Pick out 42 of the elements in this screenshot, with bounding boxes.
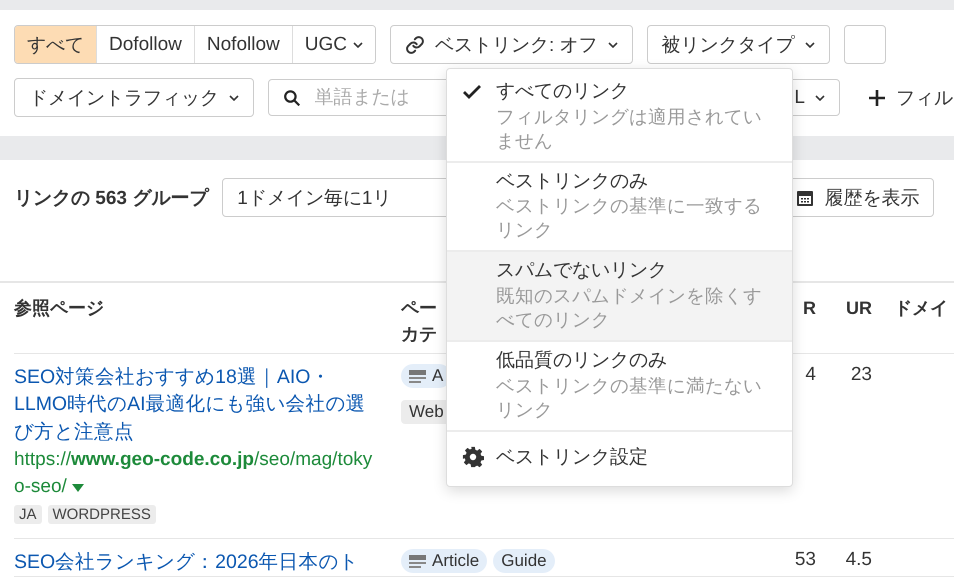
menu-item[interactable]: すべてのリンク フィルタリングは適用されていません <box>447 73 792 163</box>
menu-item[interactable]: ベストリンクのみ ベストリンクの基準に一致するリンク <box>447 162 792 252</box>
column-header: UR <box>846 297 872 320</box>
filter-tab[interactable]: UGC <box>292 26 375 63</box>
category-chip: Article <box>401 549 488 573</box>
tag: WORDPRESS <box>48 504 156 524</box>
ur-value: 4.5 <box>846 549 872 570</box>
article-icon <box>409 554 426 568</box>
filter-tab[interactable]: すべて <box>15 26 96 63</box>
link-groups-count: リンクの 563 グループ <box>14 186 208 210</box>
caret-icon <box>804 42 815 48</box>
column-header: カテ <box>401 323 437 346</box>
page-title-link[interactable]: SEO対策会社おすすめ18選｜AIO・LLMO時代のAI最適化にも強い会社の選び方と注意点 <box>14 364 366 446</box>
plus-icon <box>868 88 886 106</box>
page-title-link[interactable]: SEO会社ランキング：2026年日本のト <box>14 549 366 576</box>
column-header: 参照ページ <box>14 297 104 320</box>
filter-dropdown[interactable] <box>844 25 886 64</box>
settings-icon <box>462 446 484 468</box>
column-header: ペー <box>401 297 437 320</box>
menu-item[interactable]: スパムでないリンク 既知のスパムドメインを除くすべてのリンク <box>447 252 792 342</box>
dr-value: 53 <box>794 549 816 570</box>
calendar-icon <box>796 188 814 206</box>
article-icon <box>409 370 426 382</box>
category-chip: Guide <box>493 549 555 573</box>
caret-icon <box>815 94 825 100</box>
best-links-settings-item[interactable]: ベストリンク設定 <box>447 432 792 482</box>
caret-icon <box>72 484 84 492</box>
add-filter-button[interactable]: フィル <box>854 84 954 110</box>
ur-value: 23 <box>850 364 872 385</box>
menu-item[interactable]: 低品質のリンクのみ ベストリンクの基準に満たないリンク <box>447 342 792 432</box>
tag: JA <box>14 504 42 524</box>
caret-icon <box>608 42 618 48</box>
backlink-type-dropdown[interactable]: 被リンクタイプ <box>646 25 830 64</box>
domain-traffic-dropdown[interactable]: ドメイントラフィック <box>14 78 254 117</box>
caret-icon <box>229 94 239 100</box>
page-url-link[interactable]: https://www.geo-code.co.jp/seo/mag/tokyo-seo/ <box>14 446 376 501</box>
search-icon <box>283 88 301 106</box>
column-header: ドメイ <box>894 297 948 320</box>
dr-value: 4 <box>805 364 816 385</box>
column-header: R <box>803 297 816 320</box>
best-links-dropdown[interactable]: ベストリンク: オフ <box>390 25 633 64</box>
link-icon <box>404 34 425 54</box>
